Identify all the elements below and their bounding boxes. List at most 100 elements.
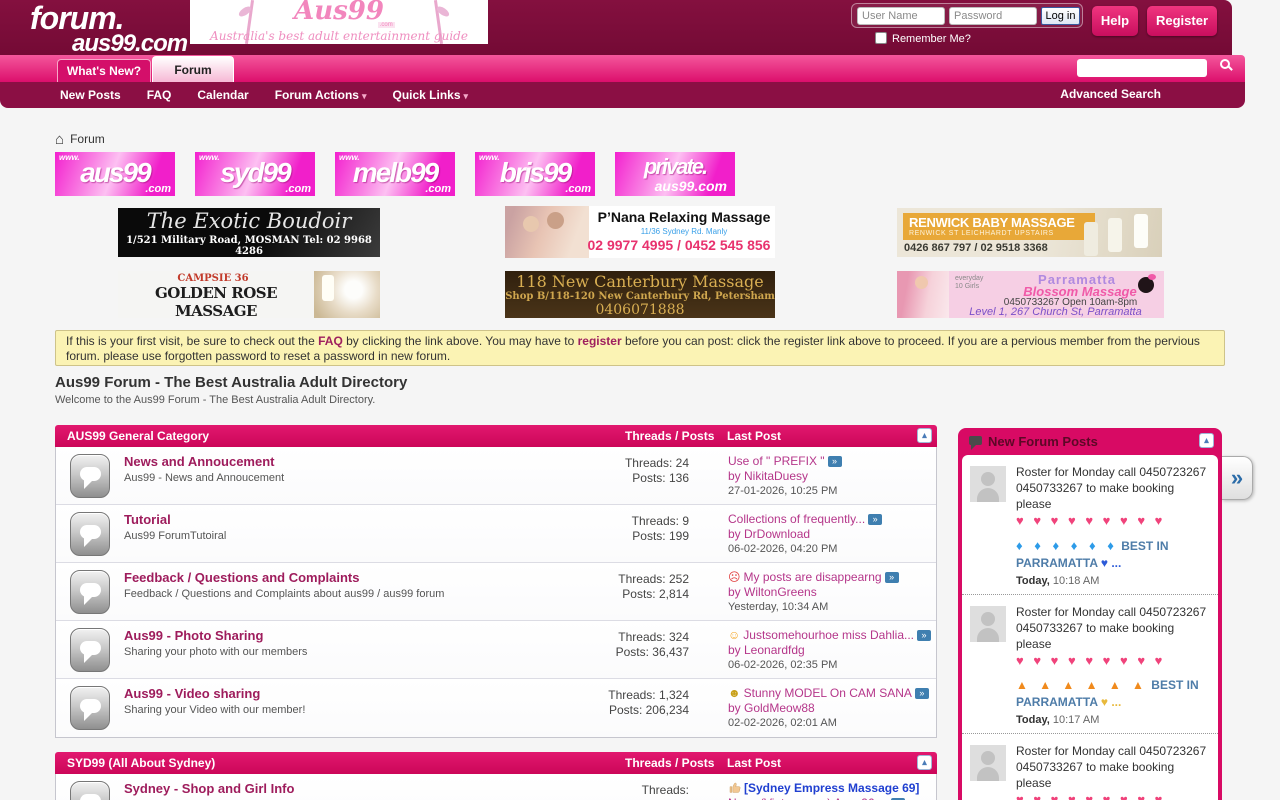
banner-bris99[interactable]: www. bris99 .com (475, 152, 595, 196)
goto-last-post-icon[interactable]: » (885, 572, 899, 583)
sidebar-post: Roster for Monday call 0450723267 045073… (962, 734, 1218, 800)
post-text: Roster for Monday call 0450723267 045073… (1016, 744, 1206, 790)
threads-count: Threads: 252 (536, 572, 689, 587)
ad-address: Level 1, 267 Church St, Parramatta (947, 306, 1164, 318)
forum-link[interactable]: Sydney - Shop and Girl Info (124, 781, 294, 796)
last-post-title-link[interactable]: Collections of frequently... (728, 512, 865, 526)
forum-icon (70, 570, 110, 614)
last-post-title-link[interactable]: Justsomehourhoe miss Dahlia... (743, 628, 914, 642)
page-title: Aus99 Forum - The Best Australia Adult D… (55, 374, 407, 391)
advanced-search-link[interactable]: Advanced Search (1060, 87, 1161, 101)
post-text-link[interactable]: Roster for Monday call 0450723267 045073… (1016, 464, 1210, 530)
register-button[interactable]: Register (1147, 6, 1217, 36)
help-button[interactable]: Help (1092, 6, 1138, 36)
site-logo[interactable]: forum. aus99.com (30, 2, 187, 56)
search-button[interactable] (1214, 57, 1240, 79)
tab-forum[interactable]: Forum (152, 56, 234, 82)
forum-row-feedback: Feedback / Questions and Complaints Feed… (56, 563, 936, 621)
forum-link[interactable]: Feedback / Questions and Complaints (124, 570, 360, 585)
banner-aus99[interactable]: www. aus99 .com (55, 152, 175, 196)
last-post-author-link[interactable]: by WiltonGreens (728, 585, 933, 600)
last-post-author-link[interactable]: by GoldMeow88 (728, 701, 933, 716)
last-post-title-link[interactable]: Use of " PREFIX " (728, 454, 825, 468)
sidebar-content: Roster for Monday call 0450723267 045073… (962, 455, 1218, 800)
column-threads-posts: Threads / Posts (625, 752, 714, 774)
collapse-icon[interactable]: ▴ (917, 428, 932, 443)
last-post-author-link[interactable]: Nana (Vietnamese) Aus, 26 ... (728, 796, 888, 800)
ad-title: The Exotic Boudoir (118, 209, 380, 233)
password-input[interactable] (949, 7, 1037, 25)
last-post-title-link[interactable]: Stunny MODEL On CAM SANA (744, 686, 912, 700)
avatar[interactable] (970, 466, 1006, 502)
ad-exotic-boudoir[interactable]: The Exotic Boudoir 1/521 Military Road, … (118, 208, 380, 257)
header-ad-banner[interactable]: Aus99 .com Australia's best adult entert… (190, 0, 488, 44)
ad-pnana-massage[interactable]: P’Nana Relaxing Massage 11/36 Sydney Rd.… (505, 206, 775, 258)
faq-link[interactable]: FAQ (318, 334, 343, 348)
tab-whats-new[interactable]: What's New? (57, 59, 151, 82)
nav-quick-links[interactable]: Quick Links▾ (392, 88, 468, 102)
forum-row-sydney-shop: Sydney - Shop and Girl Info Talk about S… (56, 774, 936, 800)
last-post-title-link[interactable]: [Sydney Empress Massage 69] (744, 781, 919, 795)
nav-forum-actions[interactable]: Forum Actions▾ (275, 88, 367, 102)
post-text-link[interactable]: Roster for Monday call 0450723267 045073… (1016, 604, 1210, 670)
breadcrumb-label[interactable]: Forum (70, 132, 105, 146)
avatar[interactable] (970, 606, 1006, 642)
goto-last-post-icon[interactable]: » (915, 688, 929, 699)
post-title-link[interactable]: ♦ ♦ ♦ ♦ ♦ ♦ BEST IN PARRAMATTA ♥ ... (1016, 537, 1210, 572)
forum-link[interactable]: Aus99 - Video sharing (124, 686, 260, 701)
ad-renwick-massage[interactable]: RENWICK BABY MASSAGE RENWICK ST LEICHHAR… (897, 208, 1162, 257)
ad-title: GOLDEN ROSE MASSAGE (118, 284, 314, 318)
tab-bar: What's New? Forum (0, 55, 1245, 82)
last-post-author-link[interactable]: by DrDownload (728, 527, 933, 542)
forum-icon (70, 454, 110, 498)
username-input[interactable] (857, 7, 945, 25)
forum-icon (70, 512, 110, 556)
forum-link[interactable]: Tutorial (124, 512, 171, 527)
banner-syd99[interactable]: www. syd99 .com (195, 152, 315, 196)
post-text-link[interactable]: Roster for Monday call 0450723267 045073… (1016, 743, 1210, 800)
banner-private-aus99[interactable]: private. aus99.com (615, 152, 735, 196)
last-post: Collections of frequently...» by DrDownl… (728, 512, 933, 557)
heart-icons: ♥ ♥ ♥ ♥ ♥ ♥ ♥ ♥ ♥ (1016, 791, 1210, 800)
logo-line2: aus99.com (72, 32, 187, 56)
post-title-link[interactable]: ▲ ▲ ▲ ▲ ▲ ▲ BEST IN PARRAMATTA ♥ ... (1016, 677, 1210, 711)
goto-last-post-icon[interactable]: » (828, 456, 842, 467)
last-post-date: 06-02-2026, 04:20 PM (728, 542, 933, 557)
ad-parramatta-blossom-massage[interactable]: everyday 10 Girls Parramatta Blossom Mas… (897, 271, 1164, 318)
login-button[interactable]: Log in (1041, 7, 1080, 25)
banner-com: .com (285, 183, 311, 195)
goto-last-post-icon[interactable]: » (917, 630, 931, 641)
category-title: SYD99 (All About Sydney) (67, 756, 215, 770)
nav-calendar[interactable]: Calendar (197, 88, 248, 102)
sidebar-expand-button[interactable]: » (1222, 456, 1253, 500)
avatar[interactable] (970, 745, 1006, 781)
nav-faq[interactable]: FAQ (147, 88, 172, 102)
forum-stats: Threads: 1,324 Posts: 206,234 (536, 688, 689, 718)
forum-link[interactable]: News and Annoucement (124, 454, 274, 469)
ad-canterbury-massage[interactable]: 118 New Canterbury Massage Shop B/118-12… (505, 271, 775, 318)
remember-me[interactable]: Remember Me? (875, 32, 971, 45)
last-post-author-link[interactable]: by Leonardfdg (728, 643, 933, 658)
page-subtitle: Welcome to the Aus99 Forum - The Best Au… (55, 394, 375, 406)
forum-row-video-sharing: Aus99 - Video sharing Sharing your Video… (56, 679, 936, 737)
last-post-title-link[interactable]: My posts are disappearng (744, 570, 882, 584)
ad-golden-rose-massage[interactable]: CAMPSIE 36 GOLDEN ROSE MASSAGE 36 NORTH … (118, 271, 380, 318)
last-post-date: 27-01-2026, 10:25 PM (728, 484, 933, 499)
collapse-icon[interactable]: ▴ (917, 755, 932, 770)
search-input[interactable] (1077, 59, 1207, 77)
forum-row-news: News and Annoucement Aus99 - News and An… (56, 447, 936, 505)
remember-checkbox[interactable] (875, 32, 887, 44)
last-post: ☻Stunny MODEL On CAM SANA» by GoldMeow88… (728, 686, 933, 731)
register-link[interactable]: register (578, 334, 622, 348)
goto-last-post-icon[interactable]: » (868, 514, 882, 525)
notice-text: If this is your first visit, be sure to … (66, 334, 318, 348)
collapse-icon[interactable]: ▴ (1199, 433, 1214, 448)
banner-melb99[interactable]: www. melb99 .com (335, 152, 455, 196)
forum-stats: Threads: 324 Posts: 36,437 (536, 630, 689, 660)
ad-topline: CAMPSIE 36 (118, 273, 308, 284)
home-icon[interactable]: ⌂ (55, 131, 64, 148)
nav-new-posts[interactable]: New Posts (60, 88, 121, 102)
forum-description: Aus99 - News and Annoucement (124, 472, 284, 484)
forum-link[interactable]: Aus99 - Photo Sharing (124, 628, 263, 643)
last-post-author-link[interactable]: by NikitaDuesy (728, 469, 933, 484)
